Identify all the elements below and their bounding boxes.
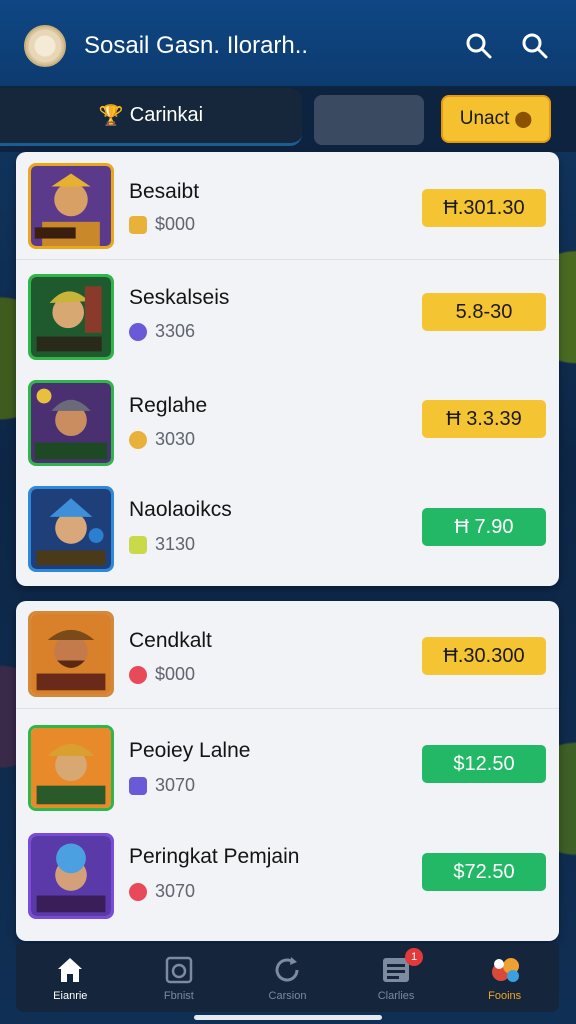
player-avatar-image (28, 380, 114, 466)
price-button[interactable]: $12.50 (422, 745, 546, 783)
trophy-icon: 🏆 (98, 105, 124, 127)
player-score-value: $000 (155, 214, 196, 234)
unact-label: Unact (459, 108, 510, 129)
badge-icon (129, 882, 147, 901)
nav-label: Fooins (488, 990, 522, 1002)
player-name: Peringkat Pemjain (129, 845, 300, 868)
nav-item-list[interactable]: 1 Clarlies (351, 948, 441, 1002)
list-item[interactable]: Besaibt $000 Ħ.301.30 (16, 152, 559, 260)
list-item[interactable]: Seskalseis 3306 5.8-30 (16, 260, 559, 368)
nav-label: Carsion (268, 990, 307, 1002)
home-icon (58, 958, 83, 982)
player-avatar-image (28, 274, 114, 360)
nav-item-camera[interactable]: Fbnist (134, 954, 224, 1002)
tabs-bar: 🏆 Carinkai Unact ⬤ (0, 86, 576, 152)
badge-icon (129, 430, 147, 449)
player-score-value: 3070 (155, 881, 196, 901)
badge-icon (129, 776, 147, 795)
player-avatar-image (28, 611, 114, 697)
player-score: $000 (129, 214, 195, 235)
list-item[interactable]: Reglahe 3030 Ħ 3.3.39 (16, 368, 559, 476)
nav-item-home[interactable]: Eianrie (25, 954, 115, 1002)
player-name: Peoiey Lalne (129, 739, 251, 762)
player-score: 3030 (129, 429, 195, 450)
player-name: Naolaoikcs (129, 498, 232, 521)
tab-blank[interactable] (314, 95, 424, 145)
price-button[interactable]: 5.8-30 (422, 293, 546, 331)
price-button[interactable]: Ħ.301.30 (422, 189, 546, 227)
player-name: Seskalseis (129, 286, 230, 309)
player-list-card: Cendkalt $000 Ħ.30.300 Peoiey Lalne 3070… (16, 601, 559, 941)
app-header: Sosail Gasn. Ilorarh.. (0, 0, 576, 92)
price-button[interactable]: Ħ 7.90 (422, 508, 546, 546)
player-score-value: $000 (155, 664, 196, 684)
player-score: $000 (129, 664, 195, 685)
notification-badge: 1 (405, 948, 424, 966)
prizes-icon (491, 958, 519, 982)
nav-label: Eianrie (53, 990, 88, 1002)
player-score: 3070 (129, 881, 195, 902)
player-list-card: Besaibt $000 Ħ.301.30 Seskalseis 3306 5.… (16, 152, 559, 586)
price-button[interactable]: Ħ.30.300 (422, 637, 546, 675)
bottom-navigation: Eianrie Fbnist Carsion 1 Clarlies Fooins (16, 944, 559, 1012)
nav-label: Fbnist (163, 990, 194, 1002)
coin-icon: ⬤ (514, 111, 533, 128)
list-item[interactable]: Naolaoikcs 3130 Ħ 7.90 (16, 474, 559, 582)
player-avatar-image (28, 833, 114, 919)
player-score-value: 3030 (155, 429, 196, 449)
refresh-icon (276, 957, 299, 982)
nav-item-prizes[interactable]: Fooins (460, 954, 550, 1002)
price-button[interactable]: Ħ 3.3.39 (422, 400, 546, 438)
unact-button[interactable]: Unact ⬤ (441, 95, 551, 143)
avatar[interactable] (24, 25, 66, 67)
badge-icon (129, 535, 147, 554)
player-name: Besaibt (129, 180, 200, 203)
list-item[interactable]: Cendkalt $000 Ħ.30.300 (16, 601, 559, 709)
player-score-value: 3130 (155, 534, 196, 554)
list-item[interactable]: Peringkat Pemjain 3070 $72.50 (16, 825, 559, 933)
search-icon[interactable] (462, 29, 496, 63)
player-score: 3130 (129, 534, 195, 555)
home-indicator[interactable] (194, 1015, 382, 1020)
search-icon[interactable] (518, 29, 552, 63)
tab-ranking-label: Carinkai (129, 104, 204, 126)
badge-icon (129, 665, 147, 684)
app-title: Sosail Gasn. Ilorarh.. (84, 32, 309, 59)
player-avatar-image (28, 486, 114, 572)
nav-label: Clarlies (377, 990, 415, 1002)
nav-item-refresh[interactable]: Carsion (242, 954, 332, 1002)
camera-icon (165, 956, 193, 984)
tab-ranking[interactable]: 🏆 Carinkai (0, 88, 302, 146)
badge-icon (129, 215, 147, 234)
player-score-value: 3306 (155, 321, 196, 341)
player-score: 3070 (129, 775, 195, 796)
list-item[interactable]: Peoiey Lalne 3070 $12.50 (16, 717, 559, 825)
player-score-value: 3070 (155, 775, 196, 795)
price-button[interactable]: $72.50 (422, 853, 546, 891)
badge-icon (129, 322, 147, 341)
player-avatar-image (28, 163, 114, 249)
player-avatar-image (28, 725, 114, 811)
player-score: 3306 (129, 321, 195, 342)
player-name: Reglahe (129, 394, 208, 417)
player-name: Cendkalt (129, 629, 212, 652)
